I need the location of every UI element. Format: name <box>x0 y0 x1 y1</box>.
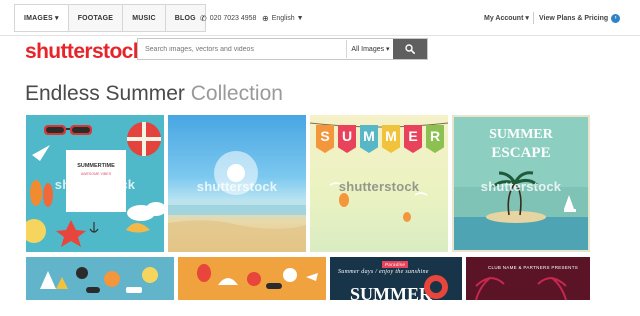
watermark: shutterstock <box>338 179 420 194</box>
media-tabs: IMAGES ▾ FOOTAGE MUSIC BLOG <box>14 4 206 32</box>
image-tile-club-party[interactable]: CLUB NAME & PARTNERS PRESENTS <box>466 257 590 300</box>
search-button[interactable] <box>393 39 427 59</box>
bunting-flag: S <box>316 125 334 153</box>
search-bar: All Images ▾ <box>137 38 428 60</box>
phone-number: ✆ 020 7023 4958 <box>200 14 256 23</box>
image-tile-summer-bunting[interactable]: S U M M E R shutterstock <box>310 115 448 252</box>
image-tile-summertime[interactable]: SUMMERTIME AWESOME VIBES shutterstock <box>26 115 164 252</box>
travel-icons-illustration <box>197 264 318 289</box>
card-subtitle: AWESOME VIBES <box>80 172 112 176</box>
language-selector[interactable]: ⊕ English ▼ <box>262 14 304 23</box>
tab-footage[interactable]: FOOTAGE <box>68 4 124 32</box>
globe-icon: ⊕ <box>262 14 269 23</box>
bunting-flag: M <box>382 125 400 153</box>
phone-number-text: 020 7023 4958 <box>209 15 257 22</box>
bunting-flag: E <box>404 125 422 153</box>
arrow-right-icon: › <box>611 14 621 23</box>
summer-bunting: S U M M E R <box>316 125 444 153</box>
summer-icons-illustration <box>40 267 158 293</box>
tab-images[interactable]: IMAGES ▾ <box>14 4 69 32</box>
watermark: shutterstock <box>480 179 562 194</box>
search-input[interactable] <box>138 40 343 58</box>
my-account-menu[interactable]: My Account ▾ <box>484 14 529 22</box>
plans-pricing-label: View Plans & Pricing <box>539 15 609 22</box>
plans-pricing-link[interactable]: View Plans & Pricing › <box>539 14 621 23</box>
language-label: English ▼ <box>271 15 304 22</box>
collection-title-sub: Collection <box>190 82 283 105</box>
search-icon <box>405 44 415 54</box>
poster-line2: ESCAPE <box>491 145 551 161</box>
lifebuoy-icon <box>424 275 448 299</box>
phone-icon: ✆ <box>200 14 207 23</box>
shutterstock-logo[interactable]: shutterstock <box>25 40 144 64</box>
paradise-badge: Paradise <box>382 261 409 268</box>
bunting-flag: U <box>338 125 356 153</box>
poster-line1: SUMMER <box>489 127 553 142</box>
image-tile-summer-icons[interactable] <box>26 257 174 300</box>
image-tile-summer-days[interactable]: Paradise Summer days / enjoy the sunshin… <box>330 257 462 300</box>
bunting-flag: R <box>426 125 444 153</box>
my-account-label: My Account ▾ <box>484 15 529 22</box>
collection-title-main: Endless Summer <box>25 82 185 105</box>
collection-title: Endless Summer Collection <box>25 82 283 106</box>
tab-music[interactable]: MUSIC <box>123 4 166 32</box>
top-navigation: IMAGES ▾ FOOTAGE MUSIC BLOG ✆ 020 7023 4… <box>0 0 640 36</box>
watermark: shutterstock <box>54 177 136 192</box>
image-type-label: All Images ▾ <box>351 46 390 53</box>
image-type-dropdown[interactable]: All Images ▾ <box>346 40 394 58</box>
bunting-flag: M <box>360 125 378 153</box>
watermark: shutterstock <box>196 179 278 194</box>
nav-divider <box>533 12 534 24</box>
image-tile-sunny-beach[interactable]: shutterstock <box>168 115 306 252</box>
palm-silhouettes <box>475 277 567 300</box>
image-tile-travel-icons[interactable] <box>178 257 326 300</box>
card-title: SUMMERTIME <box>77 163 115 169</box>
image-tile-summer-escape[interactable]: SUMMER ESCAPE shutterstock <box>452 115 590 252</box>
